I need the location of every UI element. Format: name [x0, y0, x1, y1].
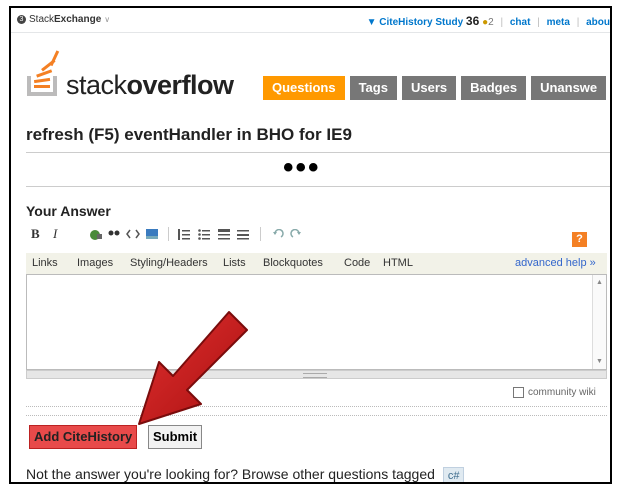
badge-count: 2	[488, 17, 494, 28]
help-link-styling-headers[interactable]: Styling/Headers	[130, 257, 208, 269]
community-wiki-checkbox[interactable]	[513, 387, 524, 398]
tab-badges[interactable]: Badges	[461, 76, 527, 100]
chat-link[interactable]: chat	[510, 17, 531, 28]
textarea-scrollbar[interactable]: ▲ ▼	[592, 275, 606, 369]
editor-help-links: Links Images Styling/Headers Lists Block…	[26, 253, 607, 274]
toolbar-divider	[168, 227, 169, 241]
horizontal-rule-icon[interactable]	[237, 229, 249, 240]
user-links: ▼ CiteHistory Study 36 ●2 | chat | meta …	[367, 14, 610, 28]
community-wiki-option[interactable]: community wiki	[513, 387, 596, 398]
help-link-images[interactable]: Images	[77, 257, 113, 269]
tab-tags[interactable]: Tags	[349, 76, 397, 100]
textarea-resize-grip[interactable]	[26, 370, 607, 379]
scroll-down-icon[interactable]: ▼	[596, 358, 603, 365]
toolbar-divider	[260, 227, 261, 241]
main-nav: Questions Tags Users Badges Unanswe	[263, 76, 607, 100]
related-questions-prompt: Not the answer you're looking for? Brows…	[26, 466, 465, 482]
editor-toolbar: B I	[26, 226, 601, 244]
italic-button[interactable]: I	[53, 226, 57, 242]
stackexchange-icon: 3	[17, 15, 26, 24]
scroll-up-icon[interactable]: ▲	[596, 279, 603, 286]
code-icon[interactable]	[126, 229, 140, 239]
top-bar: 3 StackExchange ∨ ▼ CiteHistory Study 36…	[11, 8, 610, 33]
editor-help-button[interactable]: ?	[572, 232, 587, 247]
tab-questions[interactable]: Questions	[263, 76, 345, 100]
chevron-down-icon: ∨	[104, 15, 111, 24]
community-wiki-label: community wiki	[528, 387, 596, 398]
tab-unanswered[interactable]: Unanswe	[531, 76, 607, 100]
site-link[interactable]: ▼ CiteHistory Study	[367, 17, 464, 28]
red-arrow-annotation	[138, 311, 248, 425]
tag-csharp[interactable]: c#	[442, 467, 465, 482]
answer-textarea[interactable]: ▲ ▼	[26, 274, 607, 370]
divider	[26, 186, 610, 187]
bold-button[interactable]: B	[31, 226, 40, 242]
undo-icon[interactable]	[272, 229, 284, 239]
divider: |	[537, 17, 540, 28]
tab-users[interactable]: Users	[401, 76, 457, 100]
help-link-code[interactable]: Code	[344, 257, 370, 269]
help-link-links[interactable]: Links	[32, 257, 58, 269]
divider: |	[500, 17, 504, 28]
help-link-blockquotes[interactable]: Blockquotes	[263, 257, 323, 269]
divider	[26, 406, 607, 416]
prompt-text: Not the answer you're looking for? Brows…	[26, 466, 435, 482]
image-icon[interactable]	[146, 229, 158, 239]
bulleted-list-icon[interactable]	[198, 229, 210, 240]
logo-wordmark: stackoverflow	[66, 70, 234, 100]
stackoverflow-logo[interactable]: stackoverflow	[25, 46, 250, 106]
meta-link[interactable]: meta	[547, 17, 570, 28]
hyperlink-icon[interactable]	[88, 229, 102, 241]
heading-icon[interactable]	[218, 229, 230, 240]
ellipsis-indicator: •••	[283, 151, 321, 184]
divider: |	[576, 17, 580, 28]
site-header: stackoverflow Questions Tags Users Badge…	[25, 46, 610, 106]
stack-icon	[27, 50, 60, 96]
blockquote-icon[interactable]	[108, 229, 120, 239]
help-link-html[interactable]: HTML	[383, 257, 413, 269]
stackexchange-menu[interactable]: 3 StackExchange ∨	[17, 14, 110, 25]
add-citehistory-button[interactable]: Add CiteHistory	[29, 425, 138, 449]
help-link-lists[interactable]: Lists	[223, 257, 246, 269]
browser-frame: 3 StackExchange ∨ ▼ CiteHistory Study 36…	[9, 6, 612, 484]
redo-icon[interactable]	[290, 229, 302, 239]
network-name: StackExchange	[29, 14, 102, 25]
answer-heading: Your Answer	[26, 203, 111, 219]
reputation-count: 36	[465, 14, 480, 28]
question-title[interactable]: refresh (F5) eventHandler in BHO for IE9	[26, 125, 352, 145]
about-link[interactable]: abou	[586, 17, 610, 28]
numbered-list-icon[interactable]	[178, 229, 190, 240]
grip-icon	[303, 373, 327, 378]
advanced-help-link[interactable]: advanced help »	[515, 257, 596, 269]
